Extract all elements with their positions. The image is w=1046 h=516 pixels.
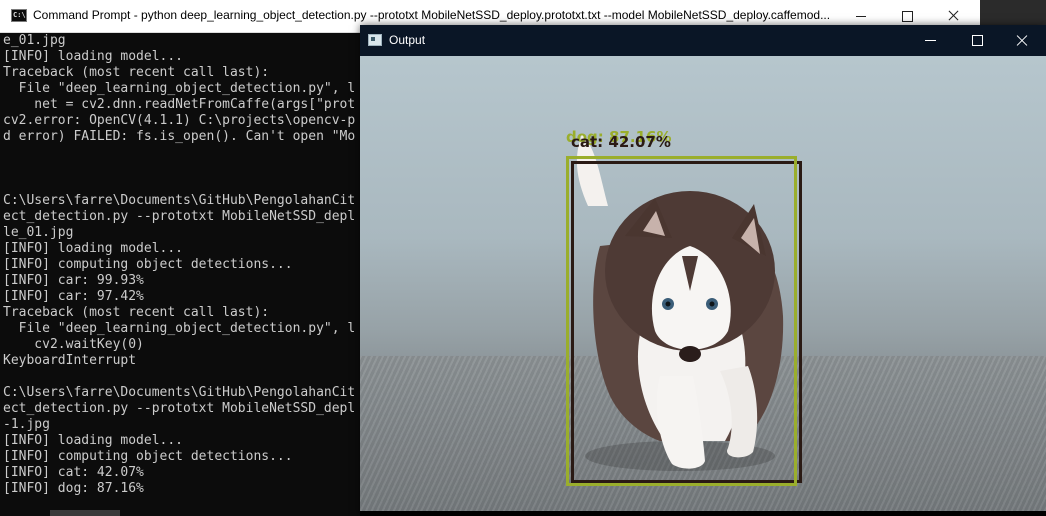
console-line: C:\Users\farre\Documents\GitHub\Pengolah… xyxy=(3,385,356,400)
console-line: [INFO] computing object detections... xyxy=(3,449,293,464)
console-line: net = cv2.dnn.readNetFromCaffe(args["pro… xyxy=(3,97,356,112)
console-line: -1.jpg xyxy=(3,417,50,432)
output-minimize-button[interactable] xyxy=(908,25,954,56)
detection-label-cat: cat: 42.07% xyxy=(571,133,671,151)
console-line: [INFO] car: 99.93% xyxy=(3,273,144,288)
console-line: Traceback (most recent call last): xyxy=(3,65,270,80)
console-line: cv2.error: OpenCV(4.1.1) C:\projects\ope… xyxy=(3,113,356,128)
console-output[interactable]: e_01.jpg [INFO] loading model... Traceback… xyxy=(3,33,359,516)
console-line: [INFO] loading model... xyxy=(3,49,184,64)
console-line: [INFO] loading model... xyxy=(3,241,184,256)
console-line: [INFO] car: 97.42% xyxy=(3,289,144,304)
console-line: [INFO] dog: 87.16% xyxy=(3,481,144,496)
image-window-icon xyxy=(368,34,382,46)
cmd-icon: C:\ xyxy=(11,9,27,22)
console-line: File "deep_learning_object_detection.py"… xyxy=(3,81,356,96)
console-line: ect_detection.py --prototxt MobileNetSSD… xyxy=(3,401,356,416)
console-line: C:\Users\farre\Documents\GitHub\Pengolah… xyxy=(3,193,356,208)
console-line: [INFO] computing object detections... xyxy=(3,257,293,272)
console-line: [INFO] cat: 42.07% xyxy=(3,465,144,480)
console-line: cv2.waitKey(0) xyxy=(3,337,144,352)
console-line: File "deep_learning_object_detection.py"… xyxy=(3,321,356,336)
console-line: e_01.jpg xyxy=(3,33,66,48)
console-line: ect_detection.py --prototxt MobileNetSSD… xyxy=(3,209,356,224)
console-line: Traceback (most recent call last): xyxy=(3,305,270,320)
detection-image: dog: 87.16% cat: 42.07% xyxy=(360,56,1046,511)
cmd-window-title: Command Prompt - python deep_learning_ob… xyxy=(33,8,831,22)
console-line: le_01.jpg xyxy=(3,225,74,240)
console-line: d error) FAILED: fs.is_open(). Can't ope… xyxy=(3,129,356,144)
taskbar-thumbnail xyxy=(50,510,120,516)
console-line: KeyboardInterrupt xyxy=(3,353,137,368)
output-close-button[interactable] xyxy=(1000,25,1046,56)
output-maximize-button[interactable] xyxy=(954,25,1000,56)
output-titlebar[interactable]: Output xyxy=(360,25,1046,56)
output-window-title: Output xyxy=(389,33,426,47)
bounding-box-dog xyxy=(566,156,797,486)
console-line: [INFO] loading model... xyxy=(3,433,184,448)
output-window[interactable]: Output dog: 87.16% cat: 42.07% xyxy=(360,25,1046,516)
